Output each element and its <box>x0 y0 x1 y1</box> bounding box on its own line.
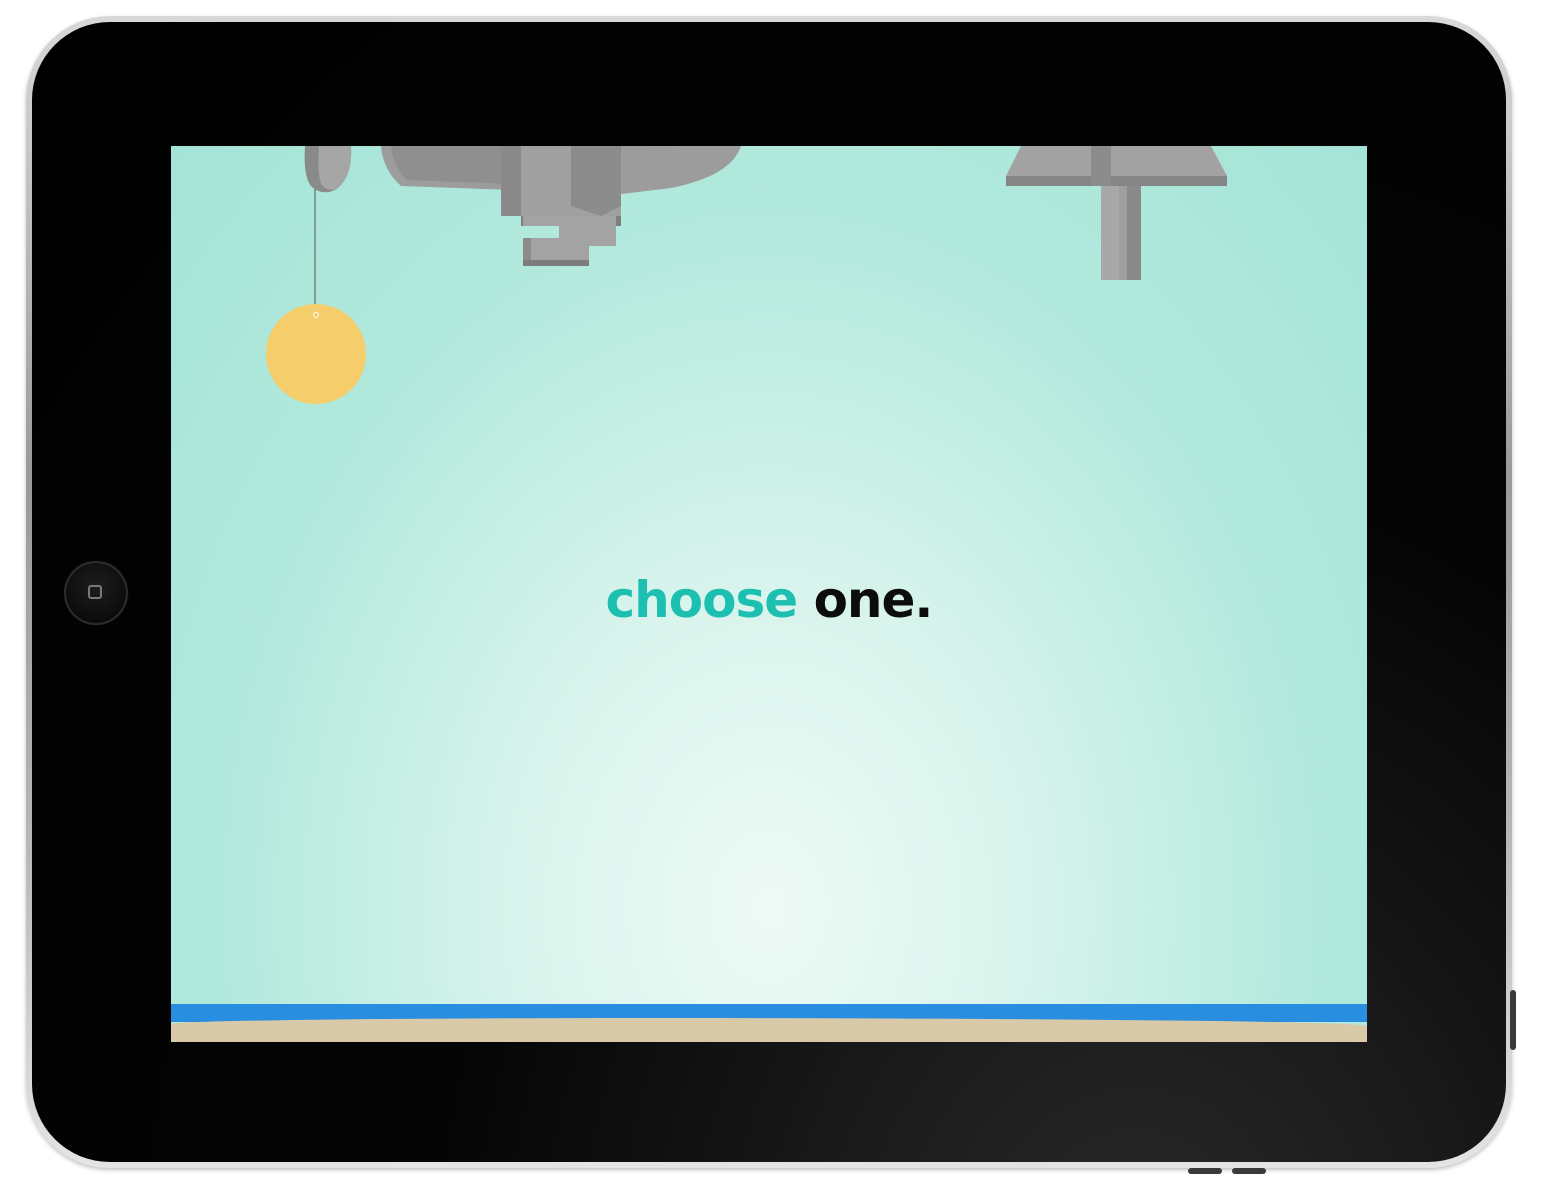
home-square-icon <box>88 585 102 599</box>
stone-tower-icon[interactable] <box>1006 146 1227 280</box>
prompt-headline: choose one. <box>171 570 1367 630</box>
sand-ground <box>171 1018 1367 1042</box>
home-button[interactable] <box>64 561 128 625</box>
headline-word-one: one. <box>813 571 934 629</box>
app-screen: choose one. <box>171 146 1367 1042</box>
bottom-button-2[interactable] <box>1232 1168 1266 1174</box>
volume-button[interactable] <box>1510 990 1516 1050</box>
hanging-sun-icon[interactable] <box>266 304 366 404</box>
stone-blocks-icon[interactable] <box>304 146 741 266</box>
headline-word-choose: choose <box>605 571 799 629</box>
bottom-button-1[interactable] <box>1188 1168 1222 1174</box>
